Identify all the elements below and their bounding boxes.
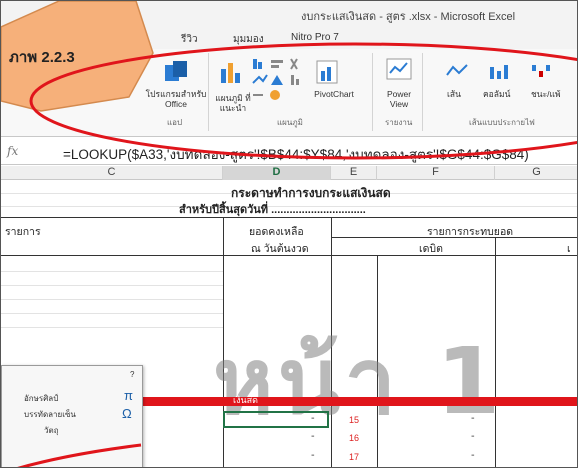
tab-review[interactable]: รีวิว — [181, 32, 198, 47]
title-bar: งบกระแสเงินสด - สูตร .xlsx - Microsoft E… — [1, 1, 577, 31]
header-adjust: รายการกระทบยอด — [427, 226, 514, 238]
window-title: งบกระแสเงินสด - สูตร .xlsx - Microsoft E… — [301, 11, 516, 23]
cell-dash: - — [311, 413, 315, 424]
formula-input[interactable]: =LOOKUP($A33,'งบทดลอง-สูตร'!$B$44:$Y$84,… — [63, 143, 529, 165]
header-balance-sub: ณ วันต้นงวด — [251, 243, 309, 255]
sparkline-winloss-icon — [532, 65, 550, 77]
recommended-charts-button[interactable]: แผนภูมิ ที่แนะนำ — [213, 93, 253, 113]
symbol-icon[interactable]: Ω — [122, 406, 132, 421]
figure-label: ภาพ 2.2.3 — [9, 49, 75, 66]
signature-line-button[interactable]: บรรทัดลายเซ็น — [24, 408, 76, 421]
page-watermark: หน้า 1 — [213, 328, 505, 435]
cell-dash: - — [471, 413, 475, 424]
sparkline-column-icon — [490, 65, 508, 79]
cash-label: เงินสด — [233, 395, 258, 405]
fx-icon[interactable]: fx — [7, 144, 18, 158]
row-number: 16 — [349, 433, 360, 443]
group-sparklines: เส้น คอลัมน์ ชนะ/แพ้ เส้นแบบประกายไฟ — [425, 53, 577, 131]
formula-bar: fx =LOOKUP($A33,'งบทดลอง-สูตร'!$B$44:$Y$… — [1, 139, 577, 165]
recommended-chart-icon — [221, 63, 240, 83]
power-view-icon — [386, 58, 412, 80]
column-header-g[interactable]: G — [495, 166, 577, 180]
chart-types-icon[interactable] — [251, 57, 307, 101]
tab-nitro[interactable]: Nitro Pro 7 — [291, 32, 339, 43]
sparkline-line-icon — [446, 64, 468, 76]
sparkline-winloss-button[interactable]: ชนะ/แพ้ — [531, 89, 561, 99]
header-balance: ยอดคงเหลือ — [249, 226, 304, 238]
tab-view[interactable]: มุมมอง — [233, 32, 264, 47]
row-number: 15 — [349, 415, 360, 425]
equation-icon[interactable]: π — [124, 388, 133, 403]
group-charts: แผนภูมิ ที่แนะนำ PivotChart แผนภูมิ — [211, 53, 373, 131]
column-header-d[interactable]: D — [223, 166, 331, 180]
group-reports: Power View รายงาน — [375, 53, 423, 131]
ribbon-tabs: ข้อมูล รีวิว มุมมอง Nitro Pro 7 — [1, 29, 577, 49]
group-reports-label: รายงาน — [385, 118, 413, 127]
help-icon[interactable]: ? — [130, 370, 134, 379]
power-view-button[interactable]: Power View — [379, 89, 419, 109]
cell-dash: - — [311, 431, 315, 442]
pivotchart-button[interactable]: PivotChart — [309, 89, 359, 99]
cell-dash: - — [471, 431, 475, 442]
group-apps-label: แอป — [167, 118, 183, 127]
excel-window: งบกระแสเงินสด - สูตร .xlsx - Microsoft E… — [0, 0, 578, 468]
row-number: 17 — [349, 452, 360, 462]
header-debit: เดบิต — [419, 243, 443, 255]
pivotchart-icon — [316, 60, 338, 84]
header-items: รายการ — [5, 226, 41, 238]
store-icon — [165, 61, 187, 81]
cell-dash: - — [471, 450, 475, 461]
sparkline-column-button[interactable]: คอลัมน์ — [483, 89, 510, 99]
header-credit: เ — [567, 243, 571, 255]
sheet-period: สำหรับปีสิ้นสุดวันที่ ..................… — [179, 204, 366, 216]
group-charts-label: แผนภูมิ — [277, 118, 303, 127]
column-header-c[interactable]: C — [1, 166, 223, 180]
column-header-e[interactable]: E — [331, 166, 377, 180]
wordart-button[interactable]: อักษรศิลป์ — [24, 392, 58, 405]
insert-ribbon-fragment: ? อักษรศิลป์ π บรรทัดลายเซ็น Ω วัตถุ — [1, 365, 143, 467]
tab-data[interactable]: ข้อมูล — [119, 32, 145, 47]
column-headers: C D E F G — [1, 166, 577, 180]
group-apps: โปรแกรมสำหรับ Office แอป — [141, 53, 209, 131]
sparkline-line-button[interactable]: เส้น — [447, 89, 461, 99]
column-header-f[interactable]: F — [377, 166, 495, 180]
addins-button[interactable]: โปรแกรมสำหรับ Office — [145, 89, 207, 109]
cell-dash: - — [311, 450, 315, 461]
group-sparklines-label: เส้นแบบประกายไฟ — [469, 118, 535, 127]
object-button[interactable]: วัตถุ — [44, 424, 59, 437]
